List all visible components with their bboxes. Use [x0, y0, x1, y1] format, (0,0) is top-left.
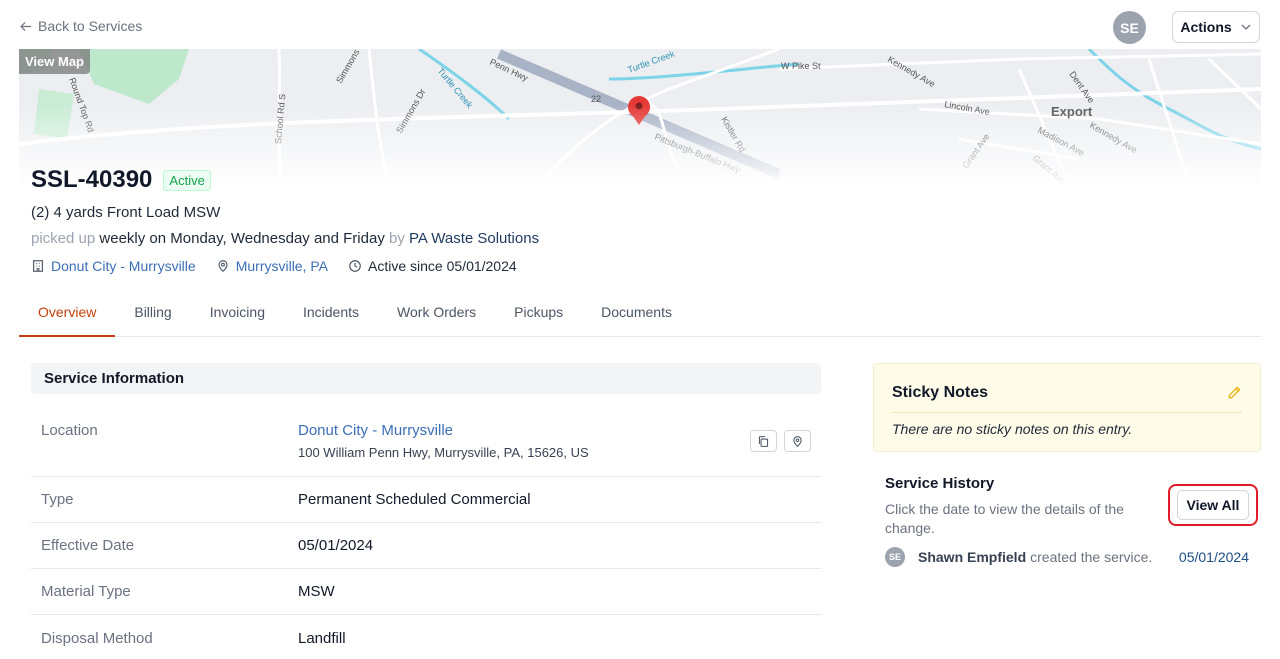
- show-on-map-button[interactable]: [784, 430, 811, 452]
- location-link[interactable]: Donut City - Murrysville: [51, 258, 196, 274]
- service-information-panel: Service Information Location Donut City …: [31, 363, 821, 647]
- schedule-text: weekly on Monday, Wednesday and Friday: [99, 230, 385, 247]
- service-description: (2) 4 yards Front Load MSW: [31, 204, 221, 221]
- service-history-description: Click the date to view the details of th…: [885, 501, 1124, 536]
- map-pin-icon: [218, 260, 228, 273]
- building-icon: [33, 260, 43, 272]
- type-label: Type: [41, 491, 74, 508]
- tab-billing[interactable]: Billing: [115, 289, 190, 337]
- sticky-notes-empty-text: There are no sticky notes on this entry.: [892, 421, 1133, 437]
- effective-date-row: Effective Date 05/01/2024: [31, 523, 821, 569]
- material-type-value: MSW: [298, 583, 335, 600]
- disposal-method-row: Disposal Method Landfill: [31, 615, 821, 659]
- tab-pickups[interactable]: Pickups: [495, 289, 582, 337]
- pickup-schedule: picked up weekly on Monday, Wednesday an…: [31, 230, 539, 247]
- material-type-label: Material Type: [41, 583, 131, 600]
- vendor-link[interactable]: PA Waste Solutions: [409, 230, 539, 247]
- service-meta: Donut City - Murrysville Murrysville, PA…: [31, 258, 537, 274]
- service-tabs: Overview Billing Invoicing Incidents Wor…: [19, 289, 1261, 337]
- disposal-method-label: Disposal Method: [41, 629, 153, 647]
- back-link-label: Back to Services: [38, 18, 143, 34]
- map-label: W Pike St: [781, 61, 821, 71]
- service-history-section: Service History Click the date to view t…: [885, 475, 1258, 567]
- active-since-text: Active since 05/01/2024: [368, 258, 517, 274]
- copy-address-button[interactable]: [750, 430, 777, 452]
- location-value: Donut City - Murrysville 100 William Pen…: [298, 422, 589, 460]
- tab-incidents[interactable]: Incidents: [284, 289, 378, 337]
- location-address: 100 William Penn Hwy, Murrysville, PA, 1…: [298, 445, 589, 460]
- back-to-services-link[interactable]: Back to Services: [19, 18, 142, 34]
- city-link[interactable]: Murrysville, PA: [236, 258, 328, 274]
- service-id: SSL-40390: [31, 166, 153, 193]
- active-since-meta: Active since 05/01/2024: [348, 258, 517, 274]
- history-user: Shawn Empfield: [918, 549, 1027, 565]
- arrow-left-icon: [20, 21, 31, 31]
- map-label: 22: [591, 94, 601, 104]
- location-row: Location Donut City - Murrysville 100 Wi…: [31, 363, 821, 477]
- type-row: Type Permanent Scheduled Commercial: [31, 477, 821, 523]
- actions-dropdown-button[interactable]: Actions: [1172, 11, 1260, 43]
- pencil-icon[interactable]: [1227, 385, 1242, 400]
- location-label: Location: [41, 422, 98, 439]
- map-pin-icon: [793, 435, 802, 447]
- tab-invoicing[interactable]: Invoicing: [191, 289, 284, 337]
- history-date-link[interactable]: 05/01/2024: [1179, 549, 1249, 565]
- schedule-by: by: [389, 230, 405, 247]
- history-action: created the service.: [1030, 549, 1153, 565]
- clock-icon: [349, 260, 361, 272]
- copy-icon: [758, 435, 769, 447]
- tab-work-orders[interactable]: Work Orders: [378, 289, 495, 337]
- material-type-row: Material Type MSW: [31, 569, 821, 615]
- effective-date-label: Effective Date: [41, 537, 135, 554]
- tab-documents[interactable]: Documents: [582, 289, 691, 337]
- status-badge: Active: [163, 169, 211, 191]
- service-title-row: SSL-40390 Active: [31, 166, 211, 194]
- effective-date-value: 05/01/2024: [298, 537, 374, 554]
- history-entry: SE Shawn Empfield created the service. 0…: [885, 547, 1249, 567]
- location-meta[interactable]: Donut City - Murrysville: [31, 258, 196, 274]
- type-value: Permanent Scheduled Commercial: [298, 491, 531, 508]
- city-meta[interactable]: Murrysville, PA: [216, 258, 328, 274]
- location-name-link[interactable]: Donut City - Murrysville: [298, 422, 589, 439]
- disposal-method-value: Landfill: [298, 629, 346, 647]
- info-rows: Type Permanent Scheduled Commercial Effe…: [31, 477, 821, 659]
- sticky-notes-card: Sticky Notes There are no sticky notes o…: [873, 363, 1261, 452]
- location-map[interactable]: Penn Hwy Turtle Creek Turtle Creek W Pike S…: [19, 49, 1261, 184]
- view-all-button[interactable]: View All: [1177, 490, 1249, 520]
- schedule-prefix: picked up: [31, 230, 96, 247]
- sticky-notes-title: Sticky Notes: [892, 384, 989, 401]
- user-avatar[interactable]: SE: [1113, 11, 1146, 44]
- sticky-divider: [892, 412, 1242, 413]
- chevron-down-icon: [1241, 24, 1251, 30]
- tab-overview[interactable]: Overview: [19, 289, 116, 337]
- avatar: SE: [885, 547, 905, 567]
- actions-label: Actions: [1180, 19, 1232, 35]
- view-map-button[interactable]: View Map: [19, 49, 91, 74]
